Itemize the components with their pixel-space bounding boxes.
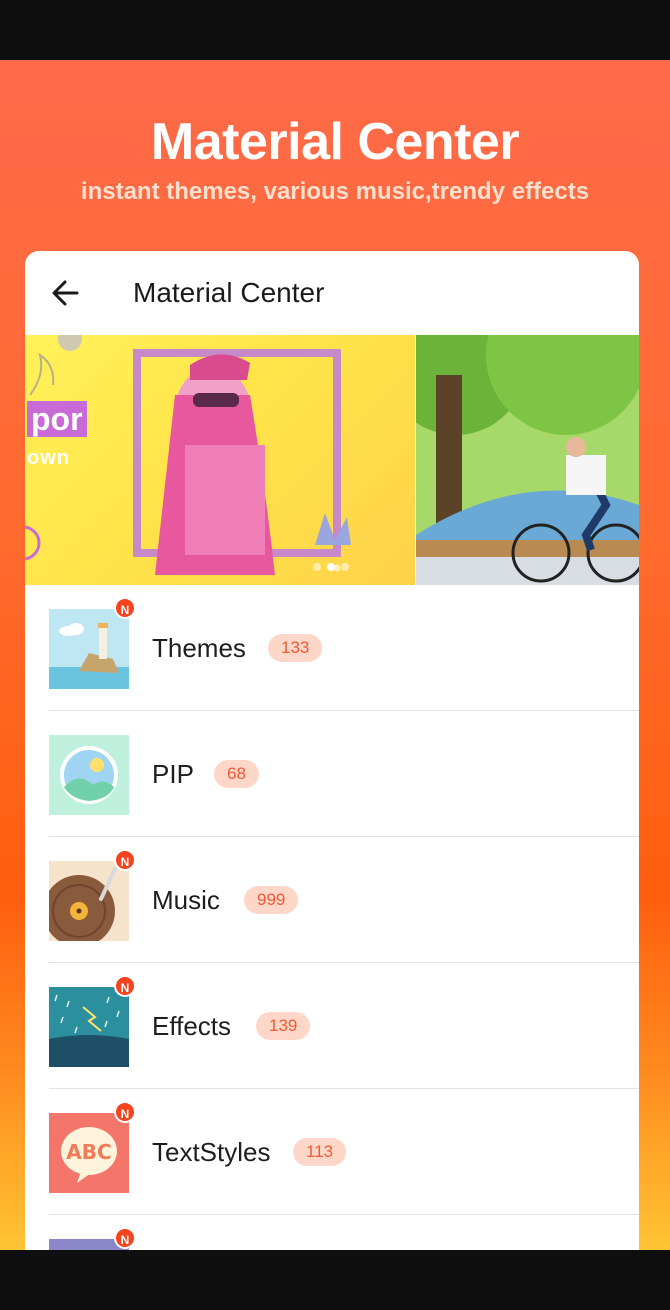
list-item-textstyles[interactable]: ABC N TextStyles 113 [25, 1089, 639, 1215]
svg-text:ABC: ABC [66, 1140, 111, 1164]
list-item-label: PIP [152, 759, 194, 789]
banner-slide-next[interactable] [416, 335, 639, 585]
new-badge: N [114, 1101, 136, 1123]
carousel-dot-active [327, 563, 335, 571]
navigation-bar [0, 1250, 670, 1310]
arrow-left-icon [52, 280, 79, 306]
count-badge: 133 [268, 634, 323, 662]
list-item-label: Music [152, 885, 220, 915]
banner-slide-subtext: own [27, 447, 70, 469]
new-badge: N [114, 597, 136, 619]
material-list: N Themes 133 PIP 68 N Music 999 N Effect… [25, 585, 639, 1261]
carousel-dot [341, 563, 349, 571]
new-badge: N [114, 975, 136, 997]
rain-lightning-thumbnail [49, 987, 129, 1067]
promo-title: Material Center [150, 113, 520, 171]
new-badge: N [114, 849, 136, 871]
image-frame-thumbnail [49, 735, 129, 815]
carousel-indicator [313, 563, 349, 571]
carousel-dot [313, 563, 321, 571]
count-badge: 999 [244, 886, 299, 914]
list-item-music[interactable]: N Music 999 [25, 837, 639, 963]
banner-carousel[interactable]: por own [25, 335, 639, 585]
status-bar [0, 0, 670, 60]
list-item-effects[interactable]: N Effects 139 [25, 963, 639, 1089]
list-item-label: Themes [152, 633, 246, 663]
list-item-label: TextStyles [152, 1137, 271, 1167]
banner-slide-current[interactable]: por own [25, 335, 415, 585]
list-item-themes[interactable]: N Themes 133 [25, 585, 639, 711]
banner-photo-graphic [25, 335, 351, 575]
cyclist-illustration [416, 335, 639, 585]
vinyl-record-thumbnail [49, 861, 129, 941]
banner-slide-text: por [27, 401, 87, 437]
back-button[interactable] [47, 275, 87, 311]
count-badge: 113 [293, 1138, 347, 1166]
lighthouse-thumbnail [49, 609, 129, 689]
list-item-pip[interactable]: PIP 68 [25, 711, 639, 837]
count-badge: 68 [214, 760, 259, 788]
list-item-label: Effects [152, 1011, 232, 1041]
new-badge: N [114, 1227, 136, 1249]
app-screen-card: Material Center por own N Themes 133 PIP… [25, 251, 639, 1261]
promo-subtitle: instant themes, various music,trendy eff… [80, 178, 590, 205]
count-badge: 139 [256, 1012, 311, 1040]
app-bar: Material Center [25, 251, 639, 335]
page-title: Material Center [133, 277, 325, 308]
abc-bubble-thumbnail: ABC [49, 1113, 129, 1193]
